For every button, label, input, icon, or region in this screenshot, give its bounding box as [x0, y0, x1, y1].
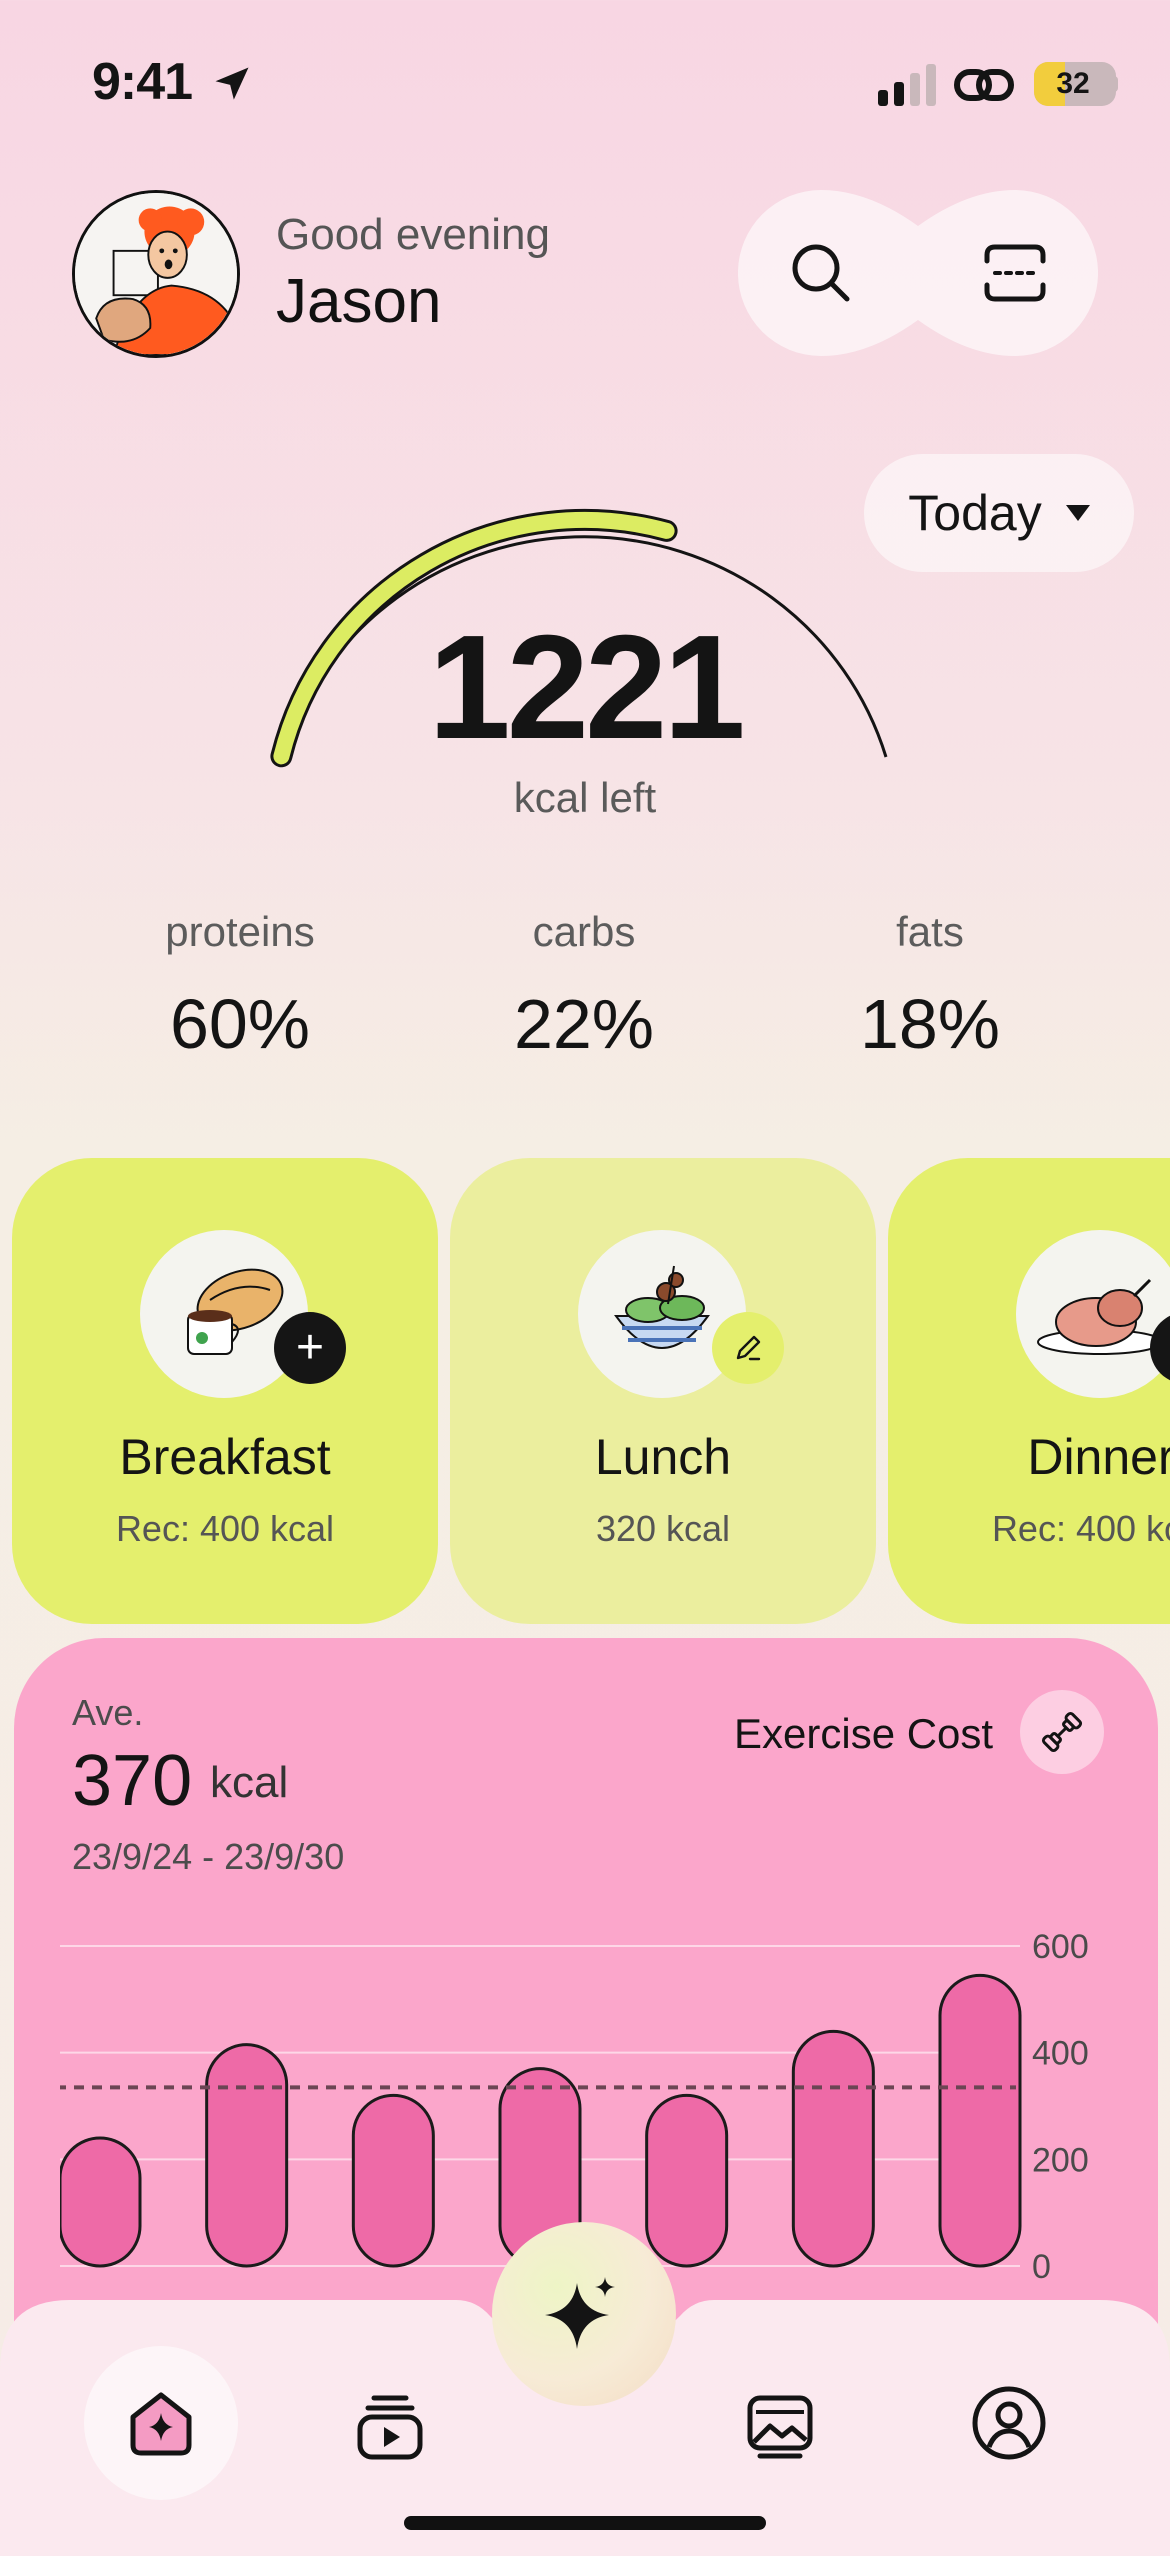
dinner-illustration	[1037, 1278, 1163, 1355]
meal-title: Lunch	[594, 1429, 732, 1485]
chart-bar[interactable]	[645, 2093, 729, 2268]
meal-subtitle: 320 kcal	[595, 1508, 731, 1549]
edit-lunch-button[interactable]	[712, 1312, 784, 1384]
meal-title: Dinner	[1027, 1429, 1170, 1485]
nav-gallery[interactable]	[740, 2386, 820, 2466]
meal-image	[1016, 1230, 1170, 1398]
home-icon	[130, 2392, 192, 2456]
add-breakfast-button[interactable]: +	[274, 1312, 346, 1384]
chart-bar[interactable]	[60, 2136, 142, 2268]
nav-videos[interactable]	[350, 2386, 430, 2466]
exercise-settings-button[interactable]	[1020, 1690, 1104, 1774]
home-indicator	[404, 2516, 766, 2530]
y-tick-label: 0	[1032, 2248, 1051, 2286]
breakfast-illustration	[187, 1268, 284, 1355]
y-tick-label: 600	[1032, 1928, 1089, 1966]
gallery-icon	[747, 2395, 813, 2459]
exercise-average-value: 370	[72, 1741, 193, 1821]
ai-assistant-button[interactable]	[492, 2222, 676, 2406]
pencil-icon	[736, 1335, 761, 1361]
meal-card-breakfast[interactable]: + Breakfast Rec: 400 kcal	[12, 1158, 438, 1624]
sparkle-icon	[545, 2277, 615, 2349]
meal-title: Breakfast	[119, 1429, 331, 1485]
y-tick-label: 400	[1032, 2035, 1089, 2073]
chart-bar[interactable]	[938, 1973, 1022, 2268]
nav-profile[interactable]	[969, 2383, 1049, 2463]
exercise-title: Exercise Cost	[734, 1710, 994, 1757]
profile-icon	[972, 2386, 1046, 2460]
meal-image	[140, 1230, 308, 1398]
meals-carousel[interactable]: + Breakfast Rec: 400 kcal Lunch 320 kcal	[0, 0, 1170, 1650]
meal-subtitle: Rec: 400 kcal	[115, 1508, 335, 1549]
meal-card-dinner[interactable]: + Dinner Rec: 400 kcal	[888, 1158, 1170, 1624]
meal-image	[578, 1230, 746, 1398]
chart-bar[interactable]	[205, 2043, 289, 2268]
exercise-average-label: Ave.	[72, 1692, 144, 1733]
chart-bar[interactable]	[351, 2093, 435, 2268]
lunch-illustration	[614, 1265, 710, 1349]
meal-subtitle: Rec: 400 kcal	[991, 1508, 1170, 1549]
exercise-date-range: 23/9/24 - 23/9/30	[72, 1836, 345, 1877]
nav-home[interactable]	[121, 2383, 201, 2463]
dumbbell-icon	[1041, 1711, 1083, 1753]
plus-icon: +	[295, 1321, 325, 1374]
y-tick-label: 200	[1032, 2141, 1089, 2179]
meal-card-lunch[interactable]: Lunch 320 kcal	[450, 1158, 876, 1624]
chart-bar[interactable]	[791, 2029, 875, 2268]
exercise-average-unit: kcal	[210, 1758, 289, 1807]
video-icon	[357, 2395, 423, 2460]
